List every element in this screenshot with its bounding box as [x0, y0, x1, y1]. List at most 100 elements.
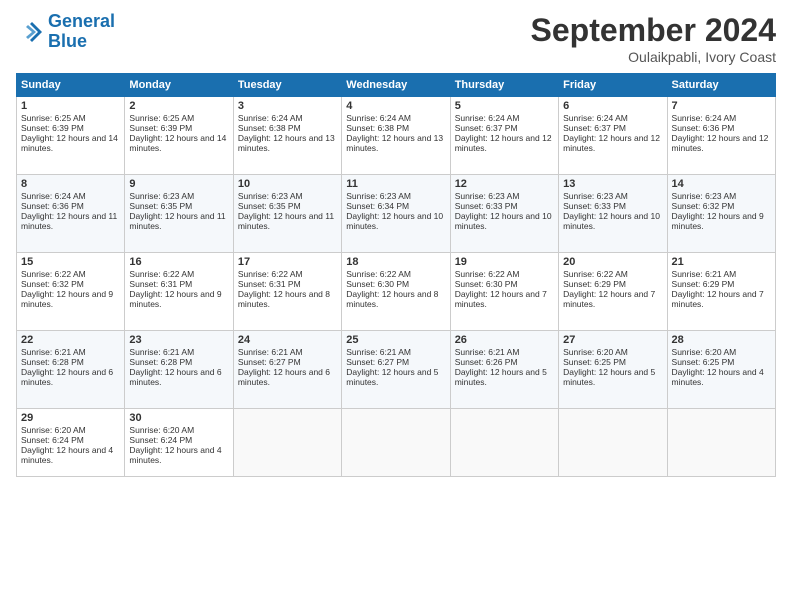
day-cell: 6Sunrise: 6:24 AMSunset: 6:37 PMDaylight… — [559, 97, 667, 175]
day-cell: 8Sunrise: 6:24 AMSunset: 6:36 PMDaylight… — [17, 175, 125, 253]
week-row-3: 15Sunrise: 6:22 AMSunset: 6:32 PMDayligh… — [17, 253, 776, 331]
day-number: 23 — [129, 334, 228, 346]
page: General Blue September 2024 Oulaikpabli,… — [0, 0, 792, 612]
day-cell: 30Sunrise: 6:20 AMSunset: 6:24 PMDayligh… — [125, 409, 233, 477]
sunrise-text: Sunrise: 6:22 AM — [346, 269, 411, 279]
sunrise-text: Sunrise: 6:25 AM — [129, 113, 194, 123]
daylight-text: Daylight: 12 hours and 5 minutes. — [455, 367, 547, 387]
sunset-text: Sunset: 6:27 PM — [346, 357, 409, 367]
sunset-text: Sunset: 6:39 PM — [21, 123, 84, 133]
day-number: 7 — [672, 100, 771, 112]
sunset-text: Sunset: 6:38 PM — [346, 123, 409, 133]
sunrise-text: Sunrise: 6:24 AM — [238, 113, 303, 123]
day-number: 29 — [21, 412, 120, 424]
sunset-text: Sunset: 6:25 PM — [563, 357, 626, 367]
sunrise-text: Sunrise: 6:21 AM — [129, 347, 194, 357]
col-tuesday: Tuesday — [233, 74, 341, 97]
daylight-text: Daylight: 12 hours and 9 minutes. — [129, 289, 221, 309]
day-cell: 20Sunrise: 6:22 AMSunset: 6:29 PMDayligh… — [559, 253, 667, 331]
day-cell: 12Sunrise: 6:23 AMSunset: 6:33 PMDayligh… — [450, 175, 558, 253]
sunset-text: Sunset: 6:27 PM — [238, 357, 301, 367]
sunset-text: Sunset: 6:32 PM — [672, 201, 735, 211]
daylight-text: Daylight: 12 hours and 12 minutes. — [455, 133, 552, 153]
sunrise-text: Sunrise: 6:25 AM — [21, 113, 86, 123]
day-number: 16 — [129, 256, 228, 268]
day-cell: 9Sunrise: 6:23 AMSunset: 6:35 PMDaylight… — [125, 175, 233, 253]
day-number: 4 — [346, 100, 445, 112]
col-thursday: Thursday — [450, 74, 558, 97]
day-number: 6 — [563, 100, 662, 112]
day-number: 27 — [563, 334, 662, 346]
month-title: September 2024 — [531, 12, 776, 49]
sunset-text: Sunset: 6:32 PM — [21, 279, 84, 289]
sunrise-text: Sunrise: 6:24 AM — [455, 113, 520, 123]
day-cell — [342, 409, 450, 477]
calendar-table: Sunday Monday Tuesday Wednesday Thursday… — [16, 73, 776, 477]
day-cell: 5Sunrise: 6:24 AMSunset: 6:37 PMDaylight… — [450, 97, 558, 175]
week-row-4: 22Sunrise: 6:21 AMSunset: 6:28 PMDayligh… — [17, 331, 776, 409]
sunset-text: Sunset: 6:24 PM — [129, 435, 192, 445]
day-number: 15 — [21, 256, 120, 268]
daylight-text: Daylight: 12 hours and 6 minutes. — [129, 367, 221, 387]
sunrise-text: Sunrise: 6:22 AM — [21, 269, 86, 279]
day-number: 20 — [563, 256, 662, 268]
day-cell: 27Sunrise: 6:20 AMSunset: 6:25 PMDayligh… — [559, 331, 667, 409]
day-number: 25 — [346, 334, 445, 346]
sunset-text: Sunset: 6:29 PM — [672, 279, 735, 289]
daylight-text: Daylight: 12 hours and 11 minutes. — [238, 211, 334, 231]
day-cell: 28Sunrise: 6:20 AMSunset: 6:25 PMDayligh… — [667, 331, 775, 409]
day-number: 10 — [238, 178, 337, 190]
sunset-text: Sunset: 6:38 PM — [238, 123, 301, 133]
sunset-text: Sunset: 6:35 PM — [238, 201, 301, 211]
day-number: 5 — [455, 100, 554, 112]
sunrise-text: Sunrise: 6:21 AM — [672, 269, 737, 279]
daylight-text: Daylight: 12 hours and 10 minutes. — [346, 211, 443, 231]
sunset-text: Sunset: 6:34 PM — [346, 201, 409, 211]
daylight-text: Daylight: 12 hours and 7 minutes. — [455, 289, 547, 309]
day-number: 2 — [129, 100, 228, 112]
day-cell: 24Sunrise: 6:21 AMSunset: 6:27 PMDayligh… — [233, 331, 341, 409]
logo-text: General Blue — [48, 12, 115, 52]
day-number: 19 — [455, 256, 554, 268]
sunrise-text: Sunrise: 6:22 AM — [563, 269, 628, 279]
daylight-text: Daylight: 12 hours and 11 minutes. — [129, 211, 225, 231]
header-row: Sunday Monday Tuesday Wednesday Thursday… — [17, 74, 776, 97]
col-saturday: Saturday — [667, 74, 775, 97]
sunset-text: Sunset: 6:29 PM — [563, 279, 626, 289]
sunrise-text: Sunrise: 6:23 AM — [346, 191, 411, 201]
daylight-text: Daylight: 12 hours and 6 minutes. — [238, 367, 330, 387]
day-cell: 19Sunrise: 6:22 AMSunset: 6:30 PMDayligh… — [450, 253, 558, 331]
day-number: 28 — [672, 334, 771, 346]
week-row-2: 8Sunrise: 6:24 AMSunset: 6:36 PMDaylight… — [17, 175, 776, 253]
sunset-text: Sunset: 6:24 PM — [21, 435, 84, 445]
daylight-text: Daylight: 12 hours and 9 minutes. — [672, 211, 764, 231]
day-number: 17 — [238, 256, 337, 268]
day-cell: 3Sunrise: 6:24 AMSunset: 6:38 PMDaylight… — [233, 97, 341, 175]
day-cell: 14Sunrise: 6:23 AMSunset: 6:32 PMDayligh… — [667, 175, 775, 253]
day-cell — [450, 409, 558, 477]
day-number: 9 — [129, 178, 228, 190]
sunset-text: Sunset: 6:36 PM — [672, 123, 735, 133]
sunset-text: Sunset: 6:28 PM — [129, 357, 192, 367]
sunrise-text: Sunrise: 6:23 AM — [672, 191, 737, 201]
day-number: 30 — [129, 412, 228, 424]
sunrise-text: Sunrise: 6:21 AM — [21, 347, 86, 357]
day-cell — [233, 409, 341, 477]
daylight-text: Daylight: 12 hours and 4 minutes. — [672, 367, 764, 387]
daylight-text: Daylight: 12 hours and 10 minutes. — [563, 211, 660, 231]
sunrise-text: Sunrise: 6:23 AM — [129, 191, 194, 201]
daylight-text: Daylight: 12 hours and 7 minutes. — [563, 289, 655, 309]
logo-blue: Blue — [48, 32, 115, 52]
day-cell: 4Sunrise: 6:24 AMSunset: 6:38 PMDaylight… — [342, 97, 450, 175]
day-number: 22 — [21, 334, 120, 346]
sunset-text: Sunset: 6:30 PM — [455, 279, 518, 289]
daylight-text: Daylight: 12 hours and 14 minutes. — [129, 133, 226, 153]
daylight-text: Daylight: 12 hours and 12 minutes. — [563, 133, 660, 153]
daylight-text: Daylight: 12 hours and 14 minutes. — [21, 133, 118, 153]
day-cell: 11Sunrise: 6:23 AMSunset: 6:34 PMDayligh… — [342, 175, 450, 253]
sunrise-text: Sunrise: 6:24 AM — [563, 113, 628, 123]
sunrise-text: Sunrise: 6:21 AM — [455, 347, 520, 357]
day-cell: 10Sunrise: 6:23 AMSunset: 6:35 PMDayligh… — [233, 175, 341, 253]
sunrise-text: Sunrise: 6:24 AM — [672, 113, 737, 123]
sunrise-text: Sunrise: 6:22 AM — [238, 269, 303, 279]
